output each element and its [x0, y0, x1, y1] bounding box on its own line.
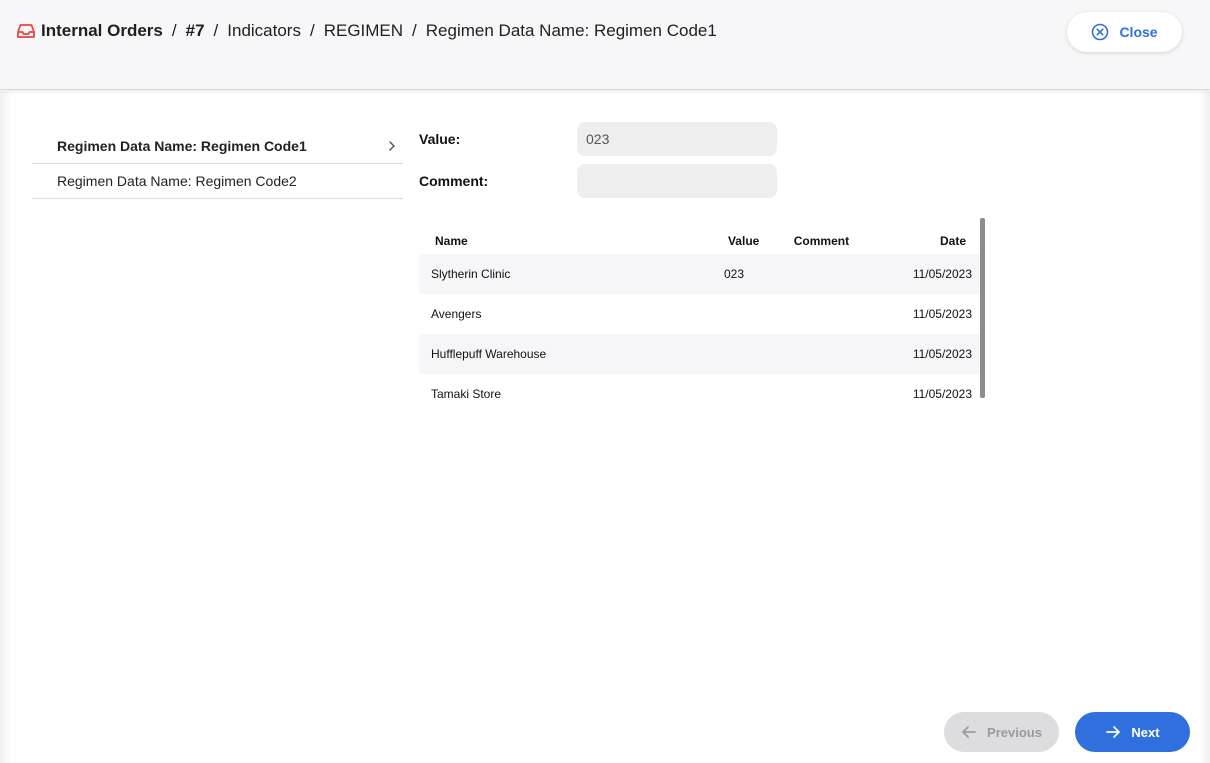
- table-row[interactable]: Hufflepuff Warehouse 11/05/2023: [419, 334, 980, 374]
- previous-button[interactable]: Previous: [944, 712, 1059, 752]
- close-circle-icon: [1091, 23, 1109, 41]
- column-header-date[interactable]: Date: [885, 218, 980, 254]
- table-row[interactable]: Slytherin Clinic 023 11/05/2023: [419, 254, 980, 294]
- next-button-label: Next: [1131, 724, 1160, 740]
- column-header-comment[interactable]: Comment: [776, 218, 885, 254]
- breadcrumb: Internal Orders / #7 / Indicators / REGI…: [16, 21, 717, 41]
- panel-edge-shadow: [1198, 91, 1210, 763]
- column-header-name[interactable]: Name: [419, 218, 716, 254]
- table-row[interactable]: Avengers 11/05/2023: [419, 294, 980, 334]
- next-button[interactable]: Next: [1075, 712, 1190, 752]
- cell-comment: [775, 334, 886, 374]
- breadcrumb-root[interactable]: Internal Orders: [41, 21, 163, 41]
- breadcrumb-order[interactable]: #7: [186, 21, 205, 41]
- indicator-list: Regimen Data Name: Regimen Code1 Regimen…: [32, 129, 403, 199]
- table-row[interactable]: Tamaki Store 11/05/2023: [419, 374, 980, 414]
- cell-name: Tamaki Store: [431, 387, 502, 401]
- cell-value: [716, 374, 776, 414]
- indicator-list-item-label: Regimen Data Name: Regimen Code1: [57, 138, 307, 154]
- value-input[interactable]: [577, 122, 777, 156]
- close-button[interactable]: Close: [1067, 12, 1182, 52]
- table-scrollbar[interactable]: [980, 218, 985, 398]
- cell-date: 11/05/2023: [885, 254, 980, 294]
- cell-date: 11/05/2023: [912, 387, 972, 401]
- cell-comment: [775, 254, 886, 294]
- breadcrumb-current: Regimen Data Name: Regimen Code1: [425, 21, 717, 40]
- cell-name: Avengers: [431, 307, 482, 321]
- panel-edge-shadow: [0, 91, 12, 763]
- cell-name: Hufflepuff Warehouse: [419, 334, 716, 374]
- cell-name: Slytherin Clinic: [419, 254, 716, 294]
- cell-date: 11/05/2023: [885, 334, 980, 374]
- comment-label: Comment:: [419, 173, 489, 189]
- cell-value: [716, 294, 776, 334]
- breadcrumb-group[interactable]: REGIMEN: [324, 21, 403, 41]
- breadcrumb-separator: /: [309, 21, 315, 40]
- chevron-right-icon: [385, 139, 399, 153]
- table-header-row: Name Value Comment Date: [419, 218, 980, 254]
- breadcrumb-separator: /: [213, 21, 219, 40]
- page-header: Internal Orders / #7 / Indicators / REGI…: [0, 0, 1210, 90]
- arrow-right-icon: [1105, 724, 1121, 740]
- close-button-label: Close: [1119, 24, 1158, 40]
- indicator-list-item-label: Regimen Data Name: Regimen Code2: [57, 173, 297, 189]
- arrow-left-icon: [961, 724, 977, 740]
- cell-date: 11/05/2023: [912, 307, 972, 321]
- cell-value: 023: [715, 254, 776, 294]
- breadcrumb-separator: /: [412, 21, 417, 40]
- breadcrumb-separator: /: [171, 21, 177, 40]
- facility-values-table: Name Value Comment Date Slytherin Clinic…: [419, 218, 986, 401]
- value-label: Value:: [419, 131, 461, 147]
- cell-comment: [776, 374, 885, 414]
- breadcrumb-section[interactable]: Indicators: [227, 21, 301, 41]
- previous-button-label: Previous: [987, 724, 1042, 740]
- comment-input[interactable]: [577, 164, 777, 198]
- cell-comment: [776, 294, 885, 334]
- indicator-list-item[interactable]: Regimen Data Name: Regimen Code1: [32, 129, 403, 164]
- indicator-list-item[interactable]: Regimen Data Name: Regimen Code2: [32, 164, 403, 199]
- cell-value: [715, 334, 776, 374]
- inbox-tray-icon: [16, 21, 36, 41]
- column-header-value[interactable]: Value: [716, 218, 776, 254]
